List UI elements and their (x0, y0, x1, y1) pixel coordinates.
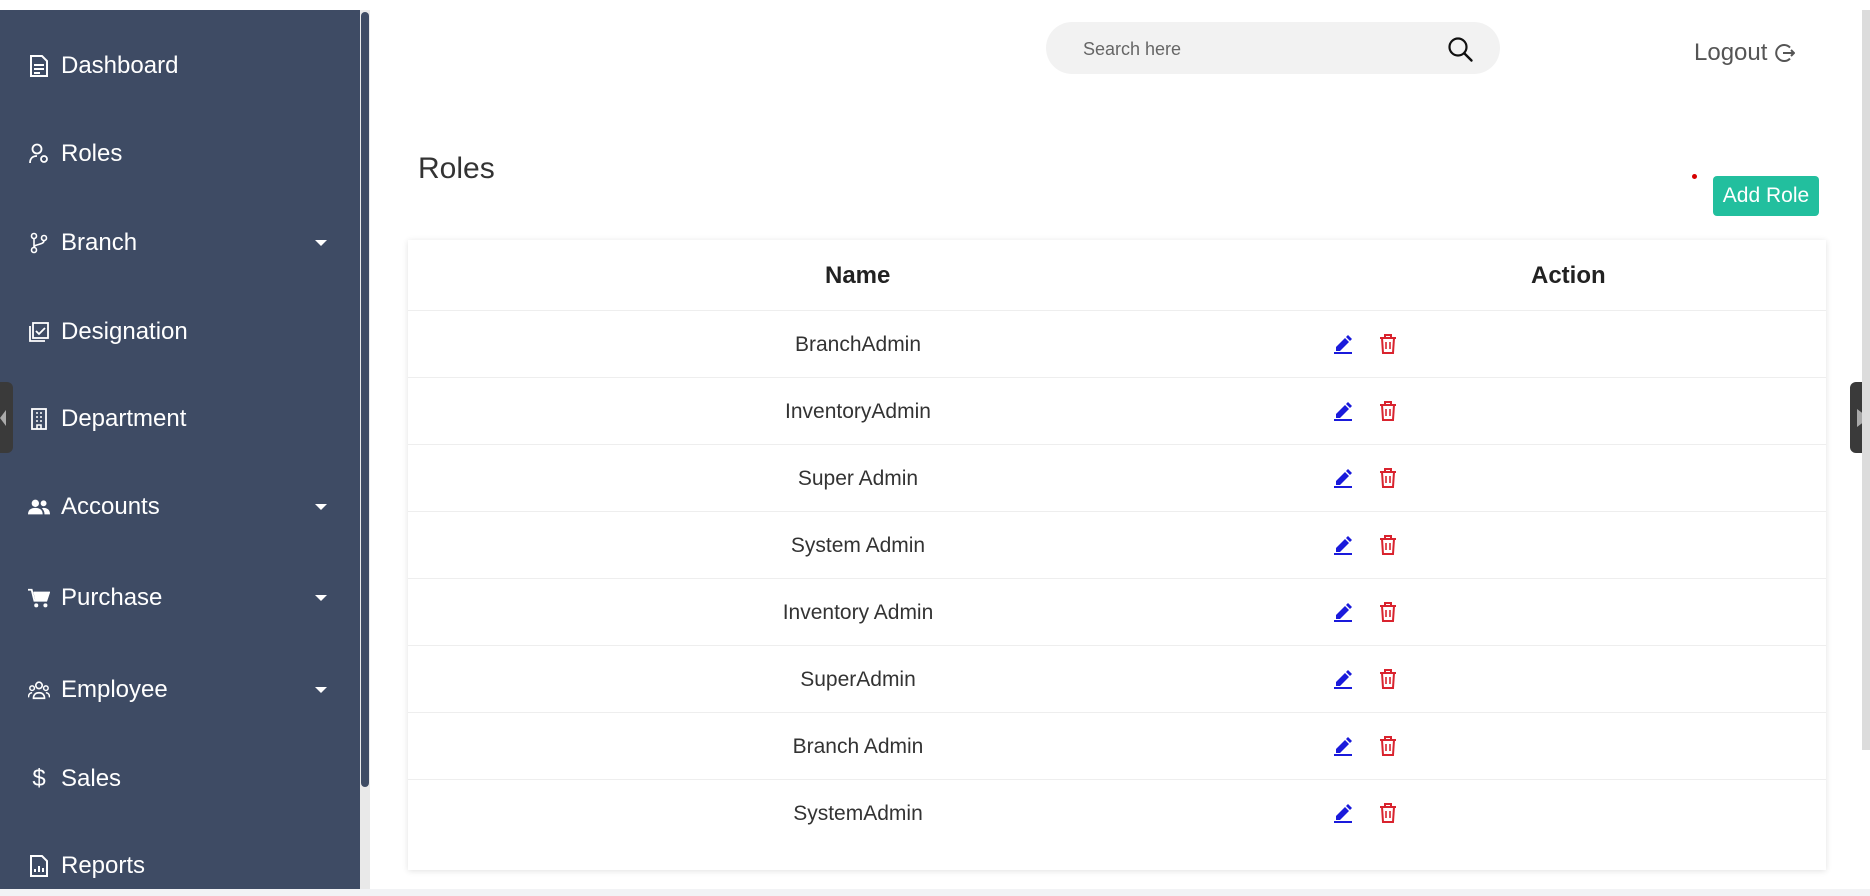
page-scrollbar[interactable] (1862, 10, 1870, 750)
cart-icon (28, 587, 50, 609)
sidebar-item-label: Employee (61, 676, 168, 703)
chevron-down-icon (315, 595, 327, 601)
delete-icon[interactable] (1378, 534, 1398, 556)
edit-icon[interactable] (1332, 802, 1354, 824)
table-row: Branch Admin (408, 712, 1826, 780)
role-name-cell: BranchAdmin (794, 333, 922, 356)
page-title: Roles (418, 152, 495, 185)
table-row: Super Admin (408, 444, 1826, 512)
sidebar-item-purchase[interactable]: Purchase (0, 568, 360, 628)
sidebar-item-label: Sales (61, 765, 122, 792)
delete-icon[interactable] (1378, 400, 1398, 422)
role-name-cell: System Admin (790, 534, 926, 557)
sidebar-item-label: Department (61, 405, 187, 432)
role-name-cell: Branch Admin (792, 735, 924, 758)
sidebar-scrollbar-thumb[interactable] (361, 12, 369, 787)
edit-icon[interactable] (1332, 601, 1354, 623)
building-icon (28, 408, 50, 430)
delete-icon[interactable] (1378, 802, 1398, 824)
logout-icon (1773, 42, 1796, 64)
edit-icon[interactable] (1332, 534, 1354, 556)
sidebar-item-designation[interactable]: Designation (0, 302, 360, 362)
sidebar-item-reports[interactable]: Reports (0, 836, 360, 896)
delete-icon[interactable] (1378, 333, 1398, 355)
sidebar-item-department[interactable]: Department (0, 389, 360, 449)
sidebar-item-label: Accounts (61, 493, 160, 520)
sidebar-item-label: Branch (61, 229, 138, 256)
sidebar-item-label: Reports (61, 852, 146, 879)
chevron-down-icon (315, 504, 327, 510)
role-name-cell: Inventory Admin (782, 601, 934, 624)
column-header-name: Name (825, 262, 891, 289)
sidebar-item-accounts[interactable]: Accounts (0, 477, 360, 537)
delete-icon[interactable] (1378, 735, 1398, 757)
sidebar: Dashboard Roles Branch Designation Depar… (0, 10, 360, 889)
sidebar-scrollbar[interactable] (360, 10, 370, 889)
edit-icon[interactable] (1332, 735, 1354, 757)
sidebar-item-label: Dashboard (61, 52, 179, 79)
edit-icon[interactable] (1332, 333, 1354, 355)
document-icon (28, 55, 50, 77)
role-name-cell: SuperAdmin (800, 668, 916, 691)
checklist-icon (28, 321, 50, 343)
red-dot-marker (1692, 174, 1697, 179)
git-branch-icon (28, 232, 50, 254)
table-row: BranchAdmin (408, 310, 1826, 378)
sidebar-item-roles[interactable]: Roles (0, 124, 360, 184)
dollar-icon: $ (32, 765, 46, 792)
edit-icon[interactable] (1332, 400, 1354, 422)
table-row: Inventory Admin (408, 578, 1826, 646)
role-name-cell: SystemAdmin (793, 802, 923, 825)
delete-icon[interactable] (1378, 467, 1398, 489)
sidebar-item-label: Roles (61, 140, 123, 167)
chevron-down-icon (315, 687, 327, 693)
left-panel-toggle[interactable] (0, 382, 13, 453)
sidebar-item-label: Purchase (61, 584, 163, 611)
report-icon (28, 855, 50, 877)
logout-button[interactable]: Logout (1694, 38, 1796, 68)
search-icon[interactable] (1446, 35, 1474, 63)
users-icon (28, 496, 50, 518)
sidebar-item-sales[interactable]: $ Sales (0, 749, 360, 809)
chevron-down-icon (315, 240, 327, 246)
edit-icon[interactable] (1332, 668, 1354, 690)
sidebar-item-branch[interactable]: Branch (0, 213, 360, 273)
search-input[interactable] (1081, 32, 1425, 66)
search-bar (1046, 22, 1500, 74)
people-group-icon (28, 679, 50, 701)
table-row: System Admin (408, 511, 1826, 579)
sidebar-item-dashboard[interactable]: Dashboard (0, 36, 360, 96)
logout-label: Logout (1694, 39, 1768, 66)
role-name-cell: Super Admin (797, 467, 919, 490)
delete-icon[interactable] (1378, 601, 1398, 623)
user-gear-icon (28, 143, 50, 165)
column-header-action: Action (1531, 262, 1606, 289)
table-row: InventoryAdmin (408, 377, 1826, 445)
edit-icon[interactable] (1332, 467, 1354, 489)
add-role-button[interactable]: Add Role (1713, 176, 1819, 216)
role-name-cell: InventoryAdmin (785, 400, 931, 423)
table-row: SuperAdmin (408, 645, 1826, 713)
sidebar-item-employee[interactable]: Employee (0, 660, 360, 720)
sidebar-item-label: Designation (61, 318, 188, 345)
delete-icon[interactable] (1378, 668, 1398, 690)
table-row: SystemAdmin (408, 779, 1826, 847)
